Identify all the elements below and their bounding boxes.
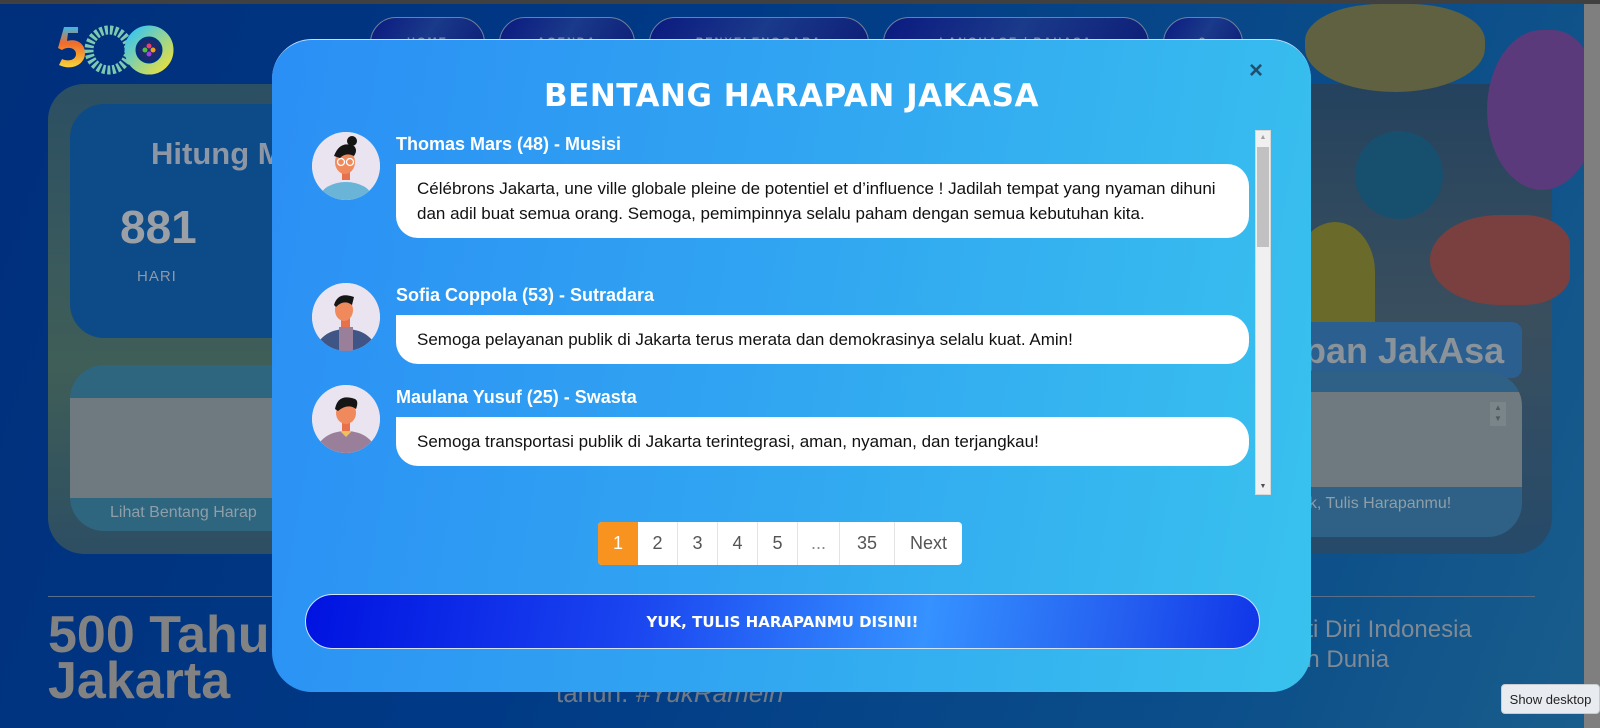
page-5-button[interactable]: 5: [758, 522, 798, 565]
wish-message: Célébrons Jakarta, une ville globale ple…: [396, 164, 1249, 238]
page-35-button[interactable]: 35: [840, 522, 896, 565]
scroll-up-icon[interactable]: ▲: [1256, 131, 1270, 145]
wish-author: Thomas Mars (48) - Musisi: [396, 134, 622, 154]
modal-title: BENTANG HARAPAN JAKASA: [544, 78, 1039, 114]
page-3-button[interactable]: 3: [678, 522, 718, 565]
pagination: 1 2 3 4 5 ... 35 Next: [598, 522, 963, 565]
scroll-down-icon[interactable]: ▼: [1256, 480, 1270, 494]
write-wish-button[interactable]: YUK, TULIS HARAPANMU DISINI!: [305, 594, 1260, 649]
wish-list-scrollbar[interactable]: ▲ ▼: [1255, 130, 1271, 495]
wishes-modal: BENTANG HARAPAN JAKASA × Thomas Mars (48…: [272, 39, 1311, 692]
next-page-button[interactable]: Next: [895, 522, 962, 565]
wish-message: Semoga transportasi publik di Jakarta te…: [396, 417, 1249, 466]
page-2-button[interactable]: 2: [638, 522, 678, 565]
avatar-collar-man-icon: [312, 385, 380, 453]
page-scrollbar[interactable]: [1584, 4, 1600, 728]
wish-list: Thomas Mars (48) - Musisi Célébrons Jaka…: [312, 132, 1267, 492]
wish-author: Sofia Coppola (53) - Sutradara: [396, 285, 655, 305]
wish-author: Maulana Yusuf (25) - Swasta: [396, 387, 637, 407]
page-1-button[interactable]: 1: [598, 522, 638, 565]
wish-message: Semoga pelayanan publik di Jakarta terus…: [396, 315, 1249, 364]
show-desktop-tooltip: Show desktop: [1501, 684, 1600, 714]
page-4-button[interactable]: 4: [718, 522, 758, 565]
avatar-glasses-man-icon: [312, 132, 380, 200]
page-ellipsis: ...: [798, 522, 841, 565]
avatar-jacket-man-icon: [312, 283, 380, 351]
scrollbar-thumb[interactable]: [1257, 147, 1269, 247]
close-icon[interactable]: ×: [1245, 59, 1267, 83]
